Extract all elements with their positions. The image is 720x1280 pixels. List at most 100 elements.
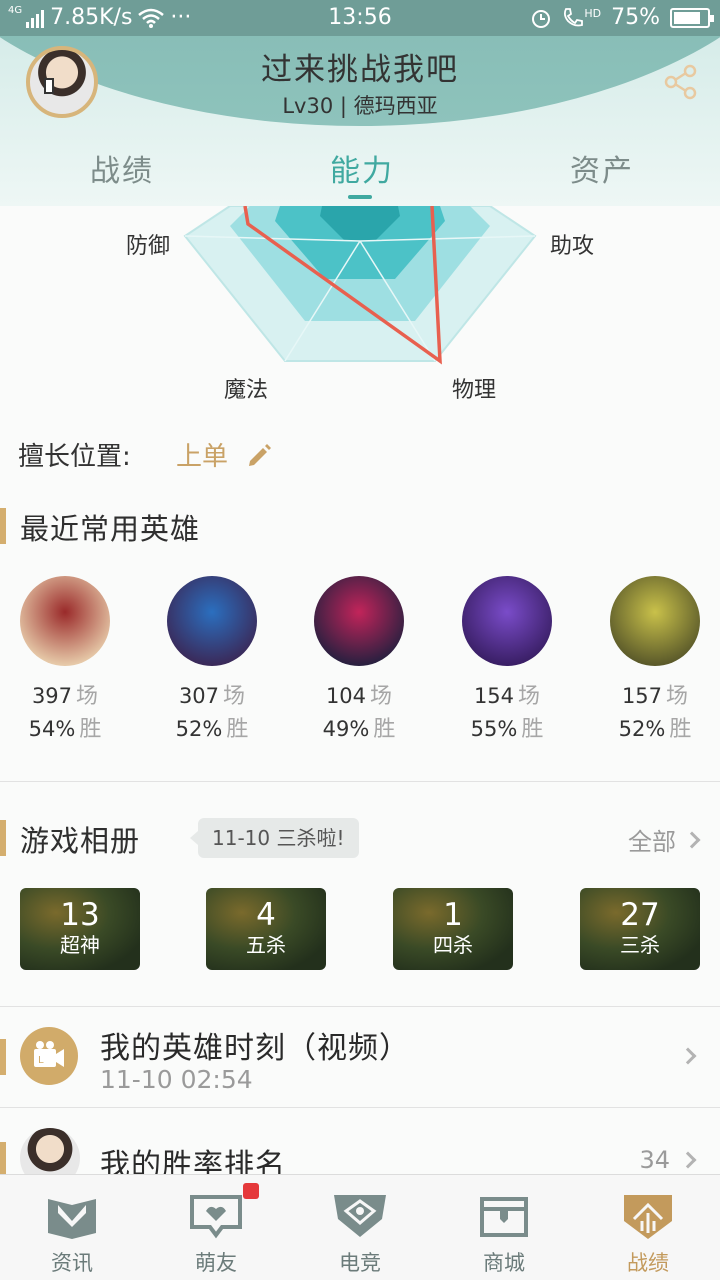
notification-badge [243, 1183, 259, 1199]
video-camera-icon: L [20, 1027, 78, 1085]
hero-moments-row[interactable]: L 我的英雄时刻（视频） 11-10 02:54 [0, 1007, 720, 1107]
hero-games: 104 场 [294, 680, 424, 713]
hero-stats: 104 场 49% 胜 [294, 680, 424, 746]
ability-radar: 防御 助攻 魔法 物理 [0, 206, 720, 406]
book-icon [48, 1199, 96, 1239]
nav-friends-label: 萌友 [195, 1251, 237, 1275]
hero-moments-time: 11-10 02:54 [100, 1065, 253, 1094]
profile-subtitle: Lv30 | 德玛西亚 [282, 94, 438, 118]
hero-winrate: 55% 胜 [442, 713, 572, 746]
hero-item[interactable]: 397 场 54% 胜 [0, 576, 130, 746]
section-accent [0, 1039, 6, 1075]
nav-friends[interactable]: 萌友 [144, 1175, 288, 1280]
nav-record-label: 战绩 [627, 1251, 669, 1275]
hero-games-unit: 场 [76, 684, 99, 709]
hero-games-unit: 场 [518, 684, 541, 709]
hd-label: HD [584, 6, 602, 20]
album-kill-card[interactable]: 13 超神 [20, 888, 140, 970]
nav-record[interactable]: 战绩 [576, 1175, 720, 1280]
chevron-right-icon [679, 1047, 697, 1065]
chest-icon [480, 1197, 528, 1237]
nav-store-label: 商城 [483, 1251, 525, 1275]
radar-label-physical: 物理 [452, 378, 497, 403]
nav-esports[interactable]: 电竞 [288, 1175, 432, 1280]
status-right: HD 75% [530, 5, 714, 30]
hero-winrate-value: 54% [28, 717, 76, 741]
hero-item[interactable]: 104 场 49% 胜 [294, 576, 424, 746]
section-accent [0, 508, 6, 544]
hero-winrate-unit: 胜 [79, 717, 102, 742]
profile-tabs: 战绩 能力 资产 [0, 140, 720, 206]
radar-label-defense: 防御 [126, 234, 171, 259]
radar-label-assist: 助攻 [550, 234, 595, 259]
hero-games: 307 场 [147, 680, 277, 713]
hero-portrait [167, 576, 257, 666]
album-all-link[interactable]: 全部 [628, 822, 701, 857]
nav-store[interactable]: 商城 [432, 1175, 576, 1280]
position-label: 擅长位置: [18, 442, 131, 472]
hero-games-value: 104 [325, 684, 367, 708]
tab-ability[interactable]: 能力 [330, 146, 394, 190]
album-tip-bubble[interactable]: 11-10 三杀啦! [190, 818, 359, 858]
hero-winrate-value: 49% [322, 717, 370, 741]
album-kill-card[interactable]: 4 五杀 [206, 888, 326, 970]
radar-chart [183, 206, 537, 365]
win-rank-title: 我的胜率排名 [100, 1148, 286, 1174]
hero-games: 157 场 [590, 680, 720, 713]
hero-winrate-unit: 胜 [669, 717, 692, 742]
nav-news[interactable]: 资讯 [0, 1175, 144, 1280]
esports-shield-icon [334, 1195, 386, 1237]
hero-games-value: 307 [178, 684, 220, 708]
hero-stats: 307 场 52% 胜 [147, 680, 277, 746]
hero-stats: 397 场 54% 胜 [0, 680, 130, 746]
hero-stats: 157 场 52% 胜 [590, 680, 720, 746]
hero-winrate: 52% 胜 [590, 713, 720, 746]
hero-winrate: 49% 胜 [294, 713, 424, 746]
section-accent [0, 820, 6, 856]
share-icon[interactable] [664, 64, 698, 100]
hero-games-unit: 场 [223, 684, 246, 709]
hero-winrate-unit: 胜 [373, 717, 396, 742]
hero-games-unit: 场 [666, 684, 689, 709]
svg-text:L: L [38, 1055, 44, 1066]
kill-label: 四杀 [433, 933, 473, 957]
win-rank-value: 34 [639, 1146, 670, 1174]
hero-item[interactable]: 307 场 52% 胜 [147, 576, 277, 746]
hero-games: 397 场 [0, 680, 130, 713]
hero-portrait [20, 576, 110, 666]
divider [0, 781, 720, 782]
hero-moments-title: 我的英雄时刻（视频） [100, 1031, 410, 1066]
radar-label-magic: 魔法 [224, 378, 269, 403]
hero-item[interactable]: 157 场 52% 胜 [590, 576, 720, 746]
hero-stats: 154 场 55% 胜 [442, 680, 572, 746]
edit-icon[interactable] [246, 441, 274, 469]
hero-games-value: 157 [621, 684, 663, 708]
alarm-icon [532, 9, 551, 28]
hero-games-value: 397 [31, 684, 73, 708]
tab-assets[interactable]: 资产 [570, 146, 634, 190]
album-all-label: 全部 [628, 828, 676, 856]
profile-header: 过来挑战我吧 Lv30 | 德玛西亚 战绩 能力 资产 [0, 36, 720, 206]
nav-news-label: 资讯 [51, 1251, 93, 1275]
hero-winrate-value: 52% [618, 717, 666, 741]
chevron-right-icon [679, 1151, 697, 1169]
preferred-position-row: 擅长位置: 上单 [18, 436, 274, 473]
hero-winrate-value: 52% [175, 717, 223, 741]
position-value: 上单 [176, 442, 229, 472]
hero-portrait [462, 576, 552, 666]
battery-icon [670, 7, 714, 28]
bottom-navigation: 资讯 萌友 电竞 商城 战绩 [0, 1174, 720, 1280]
kill-count: 13 [60, 897, 100, 933]
kill-count: 4 [256, 897, 276, 933]
album-kill-card[interactable]: 1 四杀 [393, 888, 513, 970]
hero-games-unit: 场 [370, 684, 393, 709]
phone-icon [564, 7, 584, 26]
chat-heart-icon [190, 1195, 242, 1239]
hero-item[interactable]: 154 场 55% 胜 [442, 576, 572, 746]
recent-heroes-title: 最近常用英雄 [20, 512, 201, 546]
album-kill-card[interactable]: 27 三杀 [580, 888, 700, 970]
status-bar: 4G 7.85K/s ··· 13:56 HD 75% [0, 0, 720, 36]
win-rank-row[interactable]: 我的胜率排名 34 [0, 1108, 720, 1174]
kill-label: 超神 [60, 933, 100, 957]
tab-record[interactable]: 战绩 [90, 146, 154, 190]
